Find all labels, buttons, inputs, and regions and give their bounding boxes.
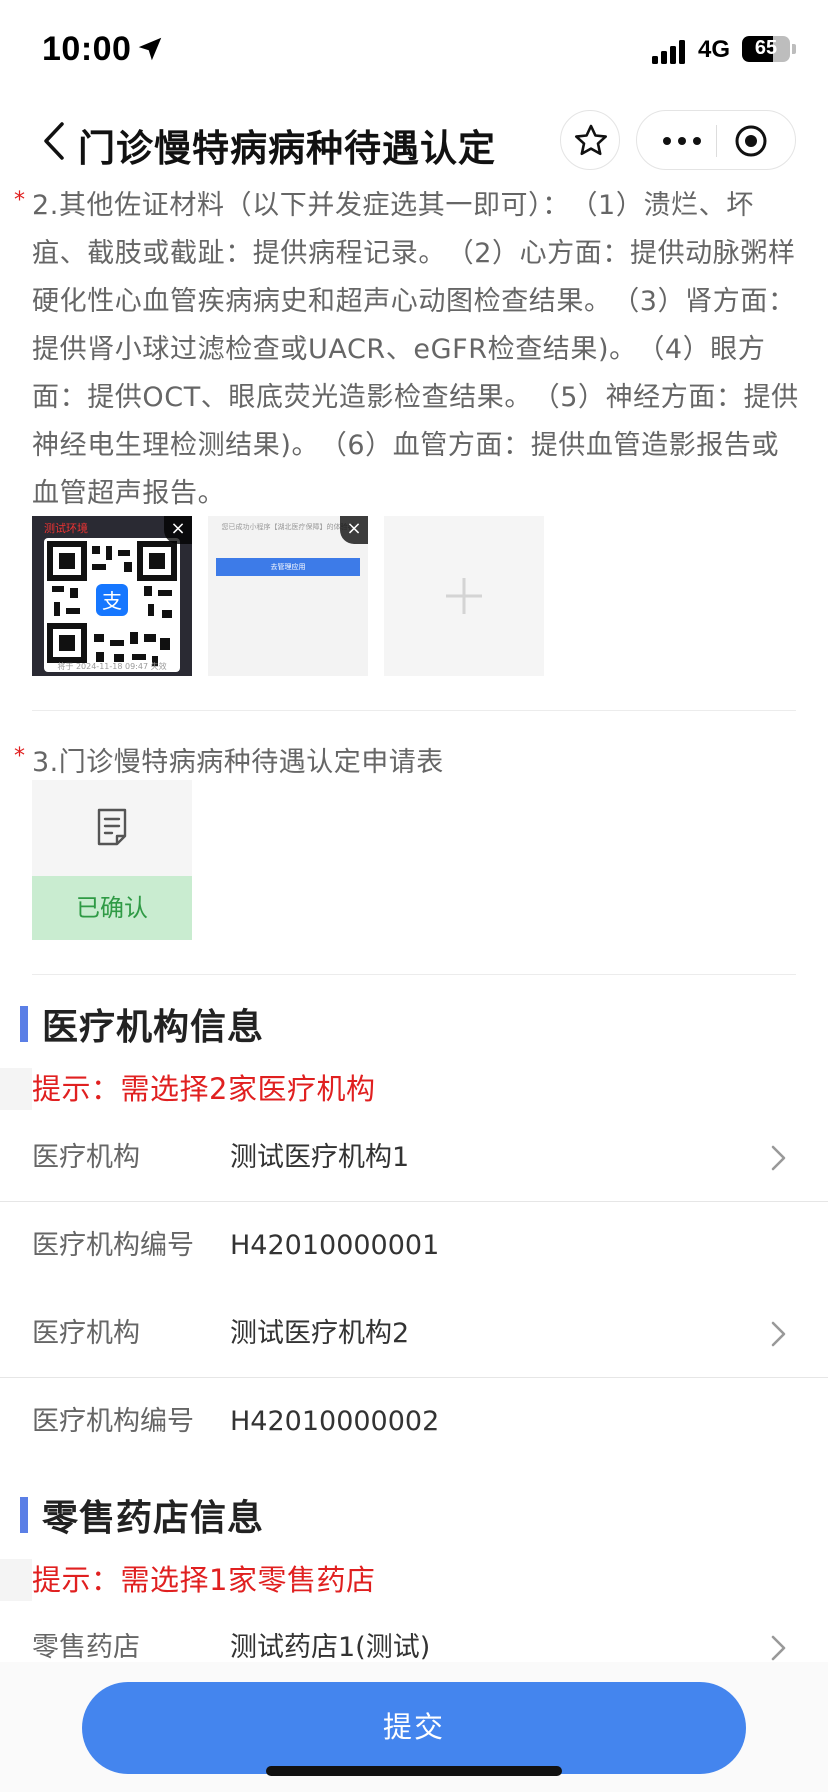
divider [32, 974, 796, 975]
qr-code: 支 [44, 538, 180, 672]
medical-institution-row-2[interactable]: 医疗机构 测试医疗机构2 [0, 1290, 828, 1378]
mini-program-capsule [636, 110, 796, 170]
location-arrow-icon [138, 37, 162, 61]
thumb1-footer: 将于 2024-11-18 09:47 失效 [57, 662, 167, 671]
star-icon [575, 124, 607, 156]
row-label: 医疗机构 [32, 1318, 140, 1349]
row-value: 测试医疗机构2 [230, 1318, 410, 1349]
more-icon[interactable] [657, 131, 707, 151]
home-indicator[interactable] [266, 1766, 562, 1776]
section-accent-bar [20, 1497, 28, 1533]
row-value: H42010000001 [230, 1230, 440, 1261]
section-accent-bar [20, 1006, 28, 1042]
thumb2-button-text: 去管理应用 [216, 558, 360, 576]
submit-button[interactable]: 提交 [82, 1682, 746, 1774]
remove-image-2-button[interactable]: × [340, 516, 368, 544]
document-preview [32, 780, 192, 876]
medical-hint: 提示：需选择2家医疗机构 [0, 1068, 828, 1110]
plus-icon [446, 578, 482, 614]
remove-image-1-button[interactable]: × [164, 516, 192, 544]
hint-marker [0, 1068, 32, 1110]
uploaded-image-2[interactable]: 您已成功小程序【湖北医疗保障】的体验者 去管理应用 × [208, 516, 368, 676]
nav-bar: 门诊慢特病病种待遇认定 [0, 100, 828, 182]
qr-code-graphic: 支 [47, 541, 177, 666]
medical-institution-code-row-2: 医疗机构编号 H42010000002 [0, 1378, 828, 1466]
chevron-right-icon [771, 1635, 786, 1661]
thumb1-label: 测试环境 [44, 522, 88, 535]
battery-cap [792, 44, 796, 54]
row-label: 医疗机构编号 [32, 1230, 194, 1261]
medical-section-title: 医疗机构信息 [42, 1007, 265, 1048]
row-label: 医疗机构 [32, 1142, 140, 1173]
divider [32, 710, 796, 711]
upload-thumbnails: 测试环境 支 将于 2024-11-18 09:47 失效 × 您已成功小程序【… [32, 516, 552, 676]
application-form-card[interactable]: 已确认 [32, 780, 192, 940]
battery-icon: 65 [742, 36, 790, 62]
chevron-right-icon [771, 1145, 786, 1171]
document-icon [97, 808, 127, 846]
pharmacy-section-title: 零售药店信息 [42, 1498, 265, 1539]
capsule-divider [716, 125, 717, 157]
pharmacy-section-header: 零售药店信息 [20, 1489, 620, 1539]
back-icon[interactable] [38, 120, 68, 162]
row-value: 测试医疗机构1 [230, 1142, 410, 1173]
svg-text:支: 支 [102, 589, 122, 613]
status-bar: 10:00 4G 65 [0, 0, 828, 100]
favorite-button[interactable] [560, 110, 620, 170]
medical-section-header: 医疗机构信息 [20, 998, 620, 1048]
required-mark: * [14, 188, 25, 213]
network-label: 4G [698, 36, 731, 63]
supporting-materials-text: 2.其他佐证材料（以下并发症选其一即可）： （1）溃烂、坏疽、截肢或截趾：提供病… [32, 190, 799, 509]
pharmacy-hint-text: 提示：需选择1家零售药店 [32, 1563, 376, 1597]
pharmacy-hint: 提示：需选择1家零售药店 [0, 1559, 828, 1601]
uploaded-image-1[interactable]: 测试环境 支 将于 2024-11-18 09:47 失效 × [32, 516, 192, 676]
page-title: 门诊慢特病病种待遇认定 [78, 127, 496, 170]
chevron-right-icon [771, 1321, 786, 1347]
add-image-button[interactable] [384, 516, 544, 676]
row-label: 医疗机构编号 [32, 1406, 194, 1437]
hint-marker [0, 1559, 32, 1601]
confirmed-status: 已确认 [32, 876, 192, 940]
status-time: 10:00 [42, 30, 132, 68]
row-value: H42010000002 [230, 1406, 440, 1437]
required-mark: * [14, 744, 25, 769]
medical-institution-code-row-1: 医疗机构编号 H42010000001 [0, 1202, 828, 1290]
target-icon[interactable] [733, 123, 769, 159]
application-form-title: 3.门诊慢特病病种待遇认定申请表 [32, 747, 444, 778]
signal-icon [652, 40, 685, 64]
thumb2-header: 您已成功小程序【湖北医疗保障】的体验者 [221, 523, 355, 531]
battery-level: 65 [754, 37, 778, 59]
medical-institution-row-1[interactable]: 医疗机构 测试医疗机构1 [0, 1114, 828, 1202]
medical-hint-text: 提示：需选择2家医疗机构 [32, 1072, 376, 1106]
